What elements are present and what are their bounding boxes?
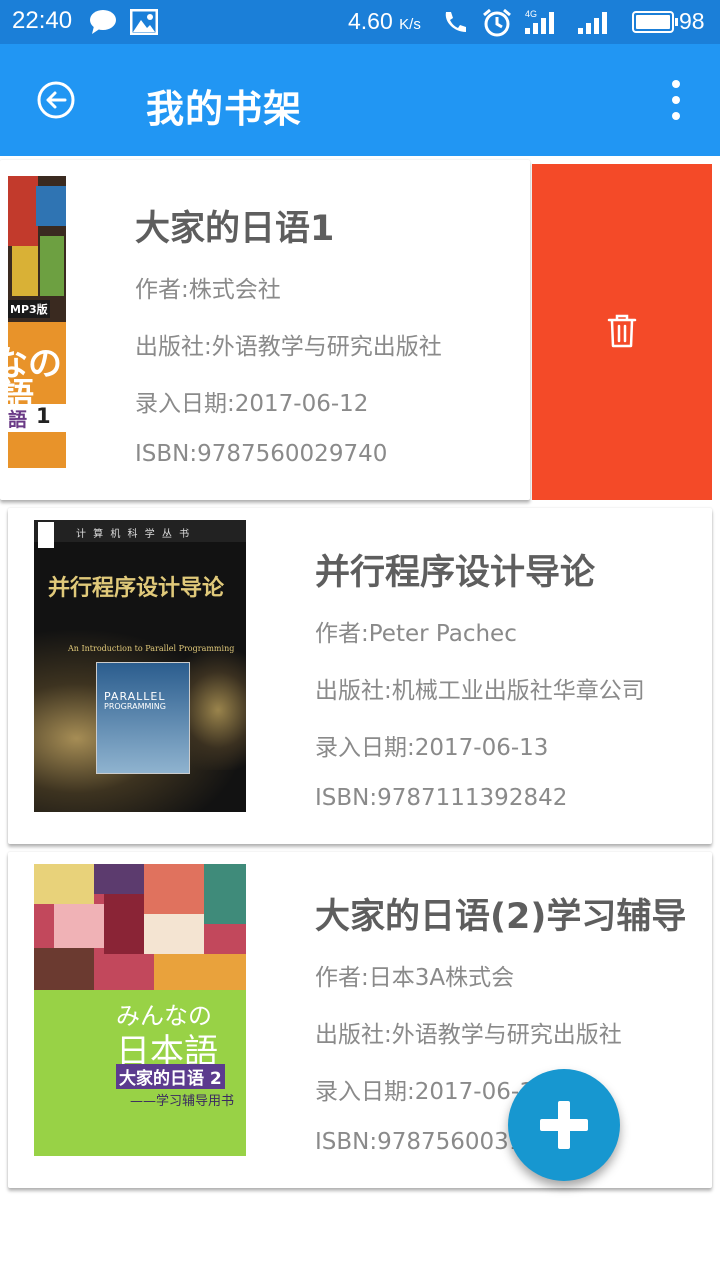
- cover-label: 1: [36, 404, 51, 428]
- cover-label: An Introduction to Parallel Programming: [68, 644, 235, 653]
- book-isbn: ISBN:9787111392842: [315, 785, 568, 811]
- book-title: 大家的日语1: [135, 209, 335, 249]
- book-cover: 计 算 机 科 学 丛 书 并行程序设计导论 An Introduction t…: [34, 520, 246, 812]
- book-author: 作者:Peter Pachec: [315, 621, 517, 647]
- message-icon: [90, 10, 116, 34]
- book-cover: みんなの 日本語 大家的日语 2 ——学习辅导用书: [34, 864, 246, 1156]
- delete-button[interactable]: [532, 164, 712, 500]
- alarm-icon: [483, 8, 511, 37]
- book-author: 作者:日本3A株式会: [315, 965, 515, 991]
- book-isbn: ISBN:9787560029740: [135, 441, 388, 467]
- book-publisher: 出版社:外语教学与研究出版社: [135, 334, 442, 360]
- cover-label: 語: [8, 409, 28, 431]
- back-arrow-icon[interactable]: [30, 74, 82, 126]
- status-bar: 22:40 4.60 K/s 4G 98: [0, 0, 720, 44]
- app-bar: 我的书架: [0, 44, 720, 156]
- book-card[interactable]: 计 算 机 科 学 丛 书 并行程序设计导论 An Introduction t…: [8, 508, 712, 844]
- trash-icon: [607, 314, 637, 348]
- book-publisher: 出版社:机械工业出版社华章公司: [315, 678, 645, 704]
- battery-level: 98: [679, 8, 705, 34]
- add-book-button[interactable]: [508, 1069, 620, 1181]
- battery-icon: [632, 11, 678, 33]
- book-publisher: 出版社:外语教学与研究出版社: [315, 1022, 622, 1048]
- net-speed: 4.60 K/s: [348, 8, 421, 34]
- cover-label: ——学习辅导用书: [130, 1094, 235, 1109]
- book-cover: MP3版 なの 語 語 1: [8, 176, 66, 468]
- book-author: 作者:株式会社: [135, 277, 281, 303]
- svg-text:4G: 4G: [525, 9, 537, 19]
- status-time: 22:40: [12, 7, 73, 34]
- cover-label: 计 算 机 科 学 丛 书: [76, 529, 192, 540]
- signal-icon: [578, 12, 607, 34]
- cover-label: 大家的日语 2: [116, 1064, 225, 1089]
- book-date: 录入日期:2017-06-13: [315, 735, 549, 761]
- cover-label: 并行程序设计导论: [48, 575, 225, 601]
- book-title: 大家的日语(2)学习辅导: [315, 897, 687, 937]
- hd-call-icon: [445, 12, 466, 32]
- book-date: 录入日期:2017-06-12: [135, 391, 369, 417]
- cover-label: PROGRAMMING: [104, 702, 166, 711]
- image-icon: [130, 9, 158, 35]
- book-title: 并行程序设计导论: [315, 553, 596, 593]
- book-card[interactable]: MP3版 なの 語 語 1 大家的日语1 作者:株式会社 出版社:外语教学与研究…: [0, 160, 530, 500]
- cover-label: MP3版: [8, 300, 50, 318]
- more-vert-icon[interactable]: [660, 78, 692, 122]
- page-title: 我的书架: [146, 87, 303, 131]
- signal-4g-icon: 4G: [525, 9, 554, 34]
